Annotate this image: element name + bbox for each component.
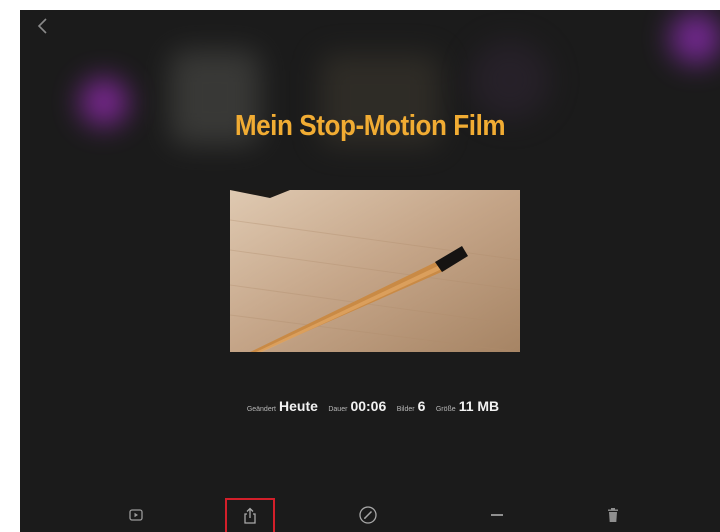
meta-label-duration: Dauer xyxy=(328,406,348,413)
duplicate-button[interactable] xyxy=(475,498,519,532)
meta-value-size: 11 MB xyxy=(458,398,500,414)
bottom-toolbar xyxy=(20,498,720,532)
duplicate-icon xyxy=(491,514,503,516)
share-icon xyxy=(244,507,256,524)
share-button[interactable] xyxy=(225,498,275,532)
project-thumbnail[interactable] xyxy=(230,190,520,352)
meta-label-modified: Geändert xyxy=(246,406,276,413)
edit-icon xyxy=(359,506,377,524)
meta-value-duration: 00:06 xyxy=(350,398,387,414)
delete-button[interactable] xyxy=(591,498,635,532)
chevron-left-icon xyxy=(37,18,47,34)
project-title: Mein Stop-Motion Film xyxy=(234,110,506,142)
trash-icon xyxy=(608,508,618,522)
meta-label-size: Größe xyxy=(435,406,456,413)
play-button[interactable] xyxy=(114,498,158,532)
meta-value-modified: Heute xyxy=(279,398,318,414)
play-icon xyxy=(129,509,143,521)
back-button[interactable] xyxy=(34,16,52,36)
project-meta: Geändert Heute Dauer 00:06 Bilder 6 Größe 11… xyxy=(20,398,720,416)
meta-label-frames: Bilder xyxy=(396,406,415,413)
thumbnail-image xyxy=(230,190,520,352)
background-blur xyxy=(470,40,550,120)
background-blur xyxy=(670,12,720,64)
project-detail-screen: Mein Stop-Motion Film Geändert Heute Daue… xyxy=(20,10,720,532)
edit-button[interactable] xyxy=(346,498,390,532)
meta-value-frames: 6 xyxy=(417,398,426,414)
